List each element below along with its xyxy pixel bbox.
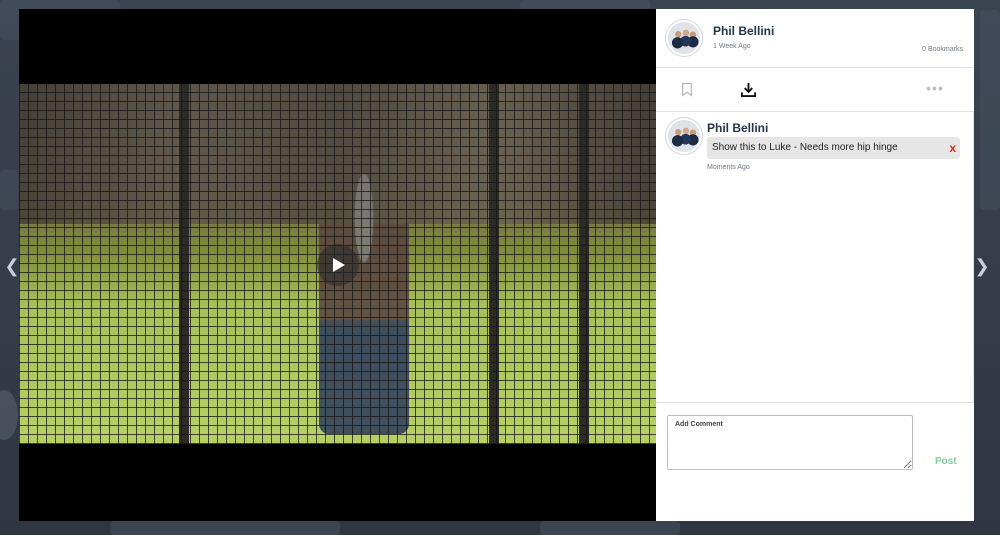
download-button[interactable]	[739, 80, 757, 98]
bookmark-count: 0 Bookmarks	[922, 46, 963, 53]
background-avatar	[0, 390, 18, 440]
play-icon	[333, 258, 345, 272]
comment-timestamp: Moments Ago	[707, 164, 750, 171]
bookmark-icon	[682, 82, 692, 97]
comment-bubble: Show this to Luke - Needs more hip hinge…	[707, 137, 960, 159]
comments-list: Phil Bellini Show this to Luke - Needs m…	[656, 112, 974, 402]
comment-composer: Post	[656, 402, 974, 522]
post-header: Phil Bellini 1 Week Ago 0 Bookmarks	[656, 9, 974, 68]
post-timestamp: 1 Week Ago	[713, 43, 751, 50]
more-options-button[interactable]: •••	[926, 79, 944, 97]
post-viewer-modal: Phil Bellini 1 Week Ago 0 Bookmarks •••	[19, 9, 974, 521]
post-author-name[interactable]: Phil Bellini	[713, 24, 774, 38]
chevron-right-icon: ❯	[974, 255, 990, 276]
play-button[interactable]	[317, 244, 359, 286]
comment-text: Show this to Luke - Needs more hip hinge	[712, 142, 898, 153]
download-icon	[740, 82, 756, 97]
post-action-bar: •••	[656, 67, 974, 112]
post-details-panel: Phil Bellini 1 Week Ago 0 Bookmarks •••	[656, 9, 974, 521]
avatar[interactable]	[666, 20, 702, 56]
background-tile	[540, 521, 680, 535]
chevron-left-icon: ❮	[4, 255, 20, 276]
video-player[interactable]	[19, 9, 656, 521]
comment-input[interactable]	[667, 415, 913, 470]
bookmark-button[interactable]	[678, 80, 696, 98]
background-tile	[980, 10, 1000, 210]
next-post-button[interactable]: ❯	[972, 256, 992, 276]
background-tile	[0, 170, 18, 210]
delete-comment-button[interactable]: x	[949, 137, 956, 159]
comment-author-name[interactable]: Phil Bellini	[707, 121, 768, 135]
more-icon: •••	[926, 80, 944, 96]
avatar[interactable]	[666, 118, 702, 154]
background-tile	[110, 521, 340, 535]
post-comment-button[interactable]: Post	[935, 456, 957, 467]
